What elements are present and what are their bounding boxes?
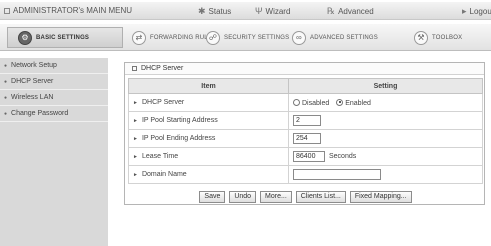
lease-time-unit: Seconds bbox=[329, 153, 357, 161]
sidebar-item-label: DHCP Server bbox=[11, 78, 54, 85]
clients-list-button[interactable]: Clients List... bbox=[295, 191, 346, 203]
pool-end-label: IP Pool Ending Address bbox=[141, 135, 216, 142]
lease-time-label: Lease Time bbox=[141, 153, 179, 160]
table-row: ► IP Pool Ending Address bbox=[128, 129, 483, 148]
lease-time-label-cell: ► Lease Time bbox=[128, 147, 289, 166]
tab-security-settings[interactable]: ☍ SECURITY SETTINGS bbox=[206, 27, 289, 48]
pool-end-setting-cell bbox=[288, 129, 483, 148]
arrow-icon: ► bbox=[133, 136, 138, 142]
arrow-icon: ► bbox=[133, 154, 138, 160]
nav-wizard-label: Wizard bbox=[265, 7, 291, 16]
tab-basic-settings[interactable]: ⚙ BASIC SETTINGS bbox=[7, 27, 123, 48]
setting-column-header: Setting bbox=[288, 78, 483, 94]
tab-toolbox[interactable]: ⚒ TOOLBOX bbox=[414, 27, 462, 48]
arrow-icon: ► bbox=[133, 100, 138, 106]
button-row: Save Undo More... Clients List... Fixed … bbox=[125, 191, 486, 203]
undo-button[interactable]: Undo bbox=[229, 191, 257, 203]
status-icon: ✱ bbox=[198, 6, 206, 16]
lease-time-setting-cell: Seconds bbox=[288, 147, 483, 166]
settings-table: Item Setting ► DHCP Server Disabled Enabl… bbox=[128, 78, 483, 184]
table-row: ► DHCP Server Disabled Enabled bbox=[128, 93, 483, 112]
nav-logout[interactable]: ▸Logout bbox=[462, 6, 491, 17]
panel-box-icon bbox=[132, 66, 137, 71]
dhcp-enabled-radio[interactable] bbox=[336, 98, 344, 106]
advanced-icon: ℞ bbox=[327, 6, 336, 16]
domain-name-input[interactable] bbox=[293, 169, 381, 180]
more-button[interactable]: More... bbox=[260, 191, 292, 203]
dhcp-server-panel: DHCP Server Item Setting ► DHCP Server Di… bbox=[124, 62, 485, 205]
sidebar-item-wireless-lan[interactable]: ● Wireless LAN bbox=[0, 90, 108, 106]
domain-setting-cell bbox=[288, 165, 483, 184]
bullet-icon: ● bbox=[4, 110, 8, 117]
bullet-icon: ● bbox=[4, 94, 8, 101]
tab-basic-settings-label: BASIC SETTINGS bbox=[36, 34, 90, 41]
sidebar: ● Network Setup ● DHCP Server ● Wireless LA… bbox=[0, 58, 108, 246]
top-menu-bar: ADMINISTRATOR's MAIN MENU ✱ Status Ψ Wizar… bbox=[0, 2, 491, 20]
lease-time-input[interactable] bbox=[293, 151, 325, 162]
tab-toolbox-label: TOOLBOX bbox=[432, 34, 463, 41]
dhcp-disabled-radio[interactable] bbox=[293, 98, 300, 106]
security-settings-icon: ☍ bbox=[206, 30, 220, 45]
table-row: ► IP Pool Starting Address bbox=[128, 111, 483, 130]
fixed-mapping-button[interactable]: Fixed Mapping... bbox=[349, 191, 412, 203]
tab-bar: ⚙ BASIC SETTINGS ⇄ FORWARDING RULES ☍ SE… bbox=[0, 24, 491, 51]
arrow-icon: ► bbox=[133, 172, 138, 178]
sidebar-item-change-password[interactable]: ● Change Password bbox=[0, 106, 108, 122]
basic-settings-icon: ⚙ bbox=[18, 30, 32, 45]
tab-forwarding-rules[interactable]: ⇄ FORWARDING RULES bbox=[132, 27, 216, 48]
dhcp-server-label-cell: ► DHCP Server bbox=[128, 93, 289, 112]
toolbox-icon: ⚒ bbox=[414, 30, 428, 45]
pool-start-input[interactable] bbox=[293, 115, 321, 126]
tab-security-settings-label: SECURITY SETTINGS bbox=[224, 34, 290, 41]
panel-title: DHCP Server bbox=[125, 63, 484, 75]
bullet-icon: ● bbox=[4, 78, 8, 85]
save-button[interactable]: Save bbox=[199, 191, 226, 203]
sidebar-item-label: Wireless LAN bbox=[11, 94, 54, 101]
bullet-icon: ● bbox=[4, 62, 8, 69]
nav-wizard[interactable]: Ψ Wizard bbox=[255, 6, 290, 16]
pool-end-input[interactable] bbox=[293, 133, 321, 144]
pool-end-label-cell: ► IP Pool Ending Address bbox=[128, 129, 289, 148]
domain-label-cell: ► Domain Name bbox=[128, 165, 289, 184]
sidebar-item-dhcp-server[interactable]: ● DHCP Server bbox=[0, 74, 108, 90]
pool-start-label: IP Pool Starting Address bbox=[141, 117, 218, 124]
main-menu-title: ADMINISTRATOR's MAIN MENU bbox=[4, 6, 132, 15]
pool-start-label-cell: ► IP Pool Starting Address bbox=[128, 111, 289, 130]
nav-advanced[interactable]: ℞ Advanced bbox=[327, 6, 374, 17]
sidebar-item-label: Network Setup bbox=[11, 62, 57, 69]
wizard-icon: Ψ bbox=[255, 6, 263, 16]
nav-logout-label: Logout bbox=[469, 7, 491, 16]
dhcp-disabled-label: Disabled bbox=[302, 99, 330, 107]
panel-title-text: DHCP Server bbox=[141, 65, 184, 72]
dhcp-server-label: DHCP Server bbox=[141, 99, 185, 106]
menu-square-icon bbox=[4, 8, 10, 14]
nav-advanced-label: Advanced bbox=[338, 7, 374, 16]
item-column-header: Item bbox=[128, 78, 289, 94]
nav-status[interactable]: ✱ Status bbox=[198, 6, 231, 17]
tab-advanced-settings-label: ADVANCED SETTINGS bbox=[310, 34, 378, 41]
table-header-row: Item Setting bbox=[128, 78, 483, 94]
pool-start-setting-cell bbox=[288, 111, 483, 130]
arrow-icon: ► bbox=[133, 118, 138, 124]
domain-name-label: Domain Name bbox=[141, 171, 187, 178]
logout-icon: ▸ bbox=[462, 6, 467, 16]
sidebar-item-label: Change Password bbox=[11, 110, 69, 117]
sidebar-item-network-setup[interactable]: ● Network Setup bbox=[0, 58, 108, 74]
table-row: ► Domain Name bbox=[128, 165, 483, 184]
advanced-settings-icon: ∞ bbox=[292, 30, 306, 45]
tab-advanced-settings[interactable]: ∞ ADVANCED SETTINGS bbox=[292, 27, 378, 48]
dhcp-server-setting-cell: Disabled Enabled bbox=[288, 93, 483, 112]
table-row: ►Lease Time Seconds bbox=[128, 147, 483, 166]
dhcp-enabled-label: Enabled bbox=[345, 99, 371, 107]
forwarding-rules-icon: ⇄ bbox=[132, 30, 146, 45]
main-menu-title-text: ADMINISTRATOR's MAIN MENU bbox=[13, 6, 133, 15]
nav-status-label: Status bbox=[208, 7, 232, 16]
